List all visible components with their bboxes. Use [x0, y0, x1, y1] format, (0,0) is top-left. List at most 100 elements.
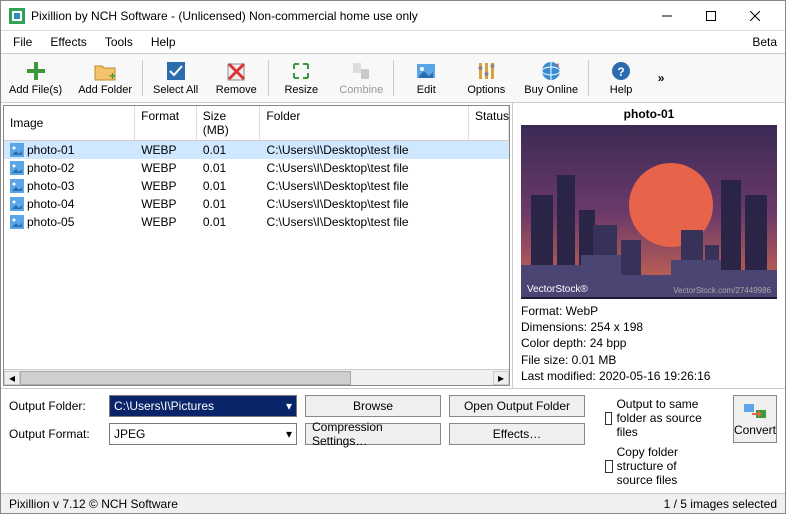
add-folder-button[interactable]: + Add Folder [70, 54, 140, 102]
col-size[interactable]: Size (MB) [197, 106, 261, 140]
preview-image: VectorStock® VectorStock.com/27449986 [521, 125, 777, 299]
output-folder-input[interactable]: C:\Users\I\Pictures ▾ [109, 395, 297, 417]
add-files-button[interactable]: Add File(s) [1, 54, 70, 102]
combine-button: Combine [331, 54, 391, 102]
close-button[interactable] [733, 2, 777, 30]
checkbox-icon [605, 412, 612, 425]
convert-button[interactable]: Convert [733, 395, 777, 443]
combine-icon [350, 60, 372, 82]
col-status[interactable]: Status [469, 106, 509, 140]
output-panel: Output Folder: C:\Users\I\Pictures ▾ Bro… [1, 388, 785, 493]
meta-filesize: File size: 0.01 MB [521, 352, 777, 368]
select-all-icon [165, 60, 187, 82]
meta-modified: Last modified: 2020-05-16 19:26:16 [521, 368, 777, 384]
chevron-down-icon: ▾ [286, 427, 292, 441]
col-format[interactable]: Format [135, 106, 197, 140]
image-file-icon [10, 197, 24, 211]
svg-text:+: + [109, 69, 116, 82]
remove-button[interactable]: Remove [206, 54, 266, 102]
copy-folder-structure-checkbox[interactable]: Copy folder structure of source files [605, 445, 713, 487]
image-file-icon [10, 143, 24, 157]
edit-label: Edit [417, 84, 436, 96]
output-folder-value: C:\Users\I\Pictures [114, 399, 214, 413]
browse-button[interactable]: Browse [305, 395, 441, 417]
add-files-label: Add File(s) [9, 84, 62, 96]
table-row[interactable]: photo-04WEBP0.01C:\Users\I\Desktop\test … [4, 195, 509, 213]
compression-settings-button[interactable]: Compression Settings… [305, 423, 441, 445]
select-all-label: Select All [153, 84, 198, 96]
scroll-left-icon[interactable]: ◂ [4, 371, 20, 385]
help-icon: ? [610, 60, 632, 82]
meta-depth: Color depth: 24 bpp [521, 335, 777, 351]
resize-label: Resize [284, 84, 318, 96]
chevron-down-icon: ▾ [286, 399, 292, 413]
select-all-button[interactable]: Select All [145, 54, 206, 102]
plus-icon [25, 60, 47, 82]
resize-button[interactable]: Resize [271, 54, 331, 102]
beta-label[interactable]: Beta [752, 35, 777, 49]
remove-label: Remove [216, 84, 257, 96]
file-list-panel: Image Format Size (MB) Folder Status pho… [1, 103, 513, 388]
preview-title: photo-01 [517, 105, 781, 123]
buy-online-button[interactable]: Buy Online [516, 54, 586, 102]
scroll-thumb[interactable] [20, 371, 351, 385]
meta-format: Format: WebP [521, 303, 777, 319]
menu-tools[interactable]: Tools [101, 33, 137, 51]
buy-online-label: Buy Online [524, 84, 578, 96]
watermark-left: VectorStock® [527, 284, 588, 295]
output-format-select[interactable]: JPEG ▾ [109, 423, 297, 445]
convert-icon [743, 401, 767, 421]
list-body[interactable]: photo-01WEBP0.01C:\Users\I\Desktop\test … [4, 141, 509, 369]
window-title: Pixillion by NCH Software - (Unlicensed)… [31, 9, 645, 23]
image-file-icon [10, 179, 24, 193]
preview-metadata: Format: WebP Dimensions: 254 x 198 Color… [517, 301, 781, 386]
options-icon [475, 60, 497, 82]
menu-file[interactable]: File [9, 33, 36, 51]
toolbar-overflow[interactable]: » [651, 54, 671, 102]
open-output-button[interactable]: Open Output Folder [449, 395, 585, 417]
menu-bar: File Effects Tools Help Beta [1, 31, 785, 53]
edit-icon [415, 60, 437, 82]
convert-label: Convert [734, 423, 776, 437]
effects-button[interactable]: Effects… [449, 423, 585, 445]
title-bar: Pixillion by NCH Software - (Unlicensed)… [1, 1, 785, 31]
svg-text:?: ? [617, 65, 624, 79]
list-header[interactable]: Image Format Size (MB) Folder Status [4, 106, 509, 141]
image-file-icon [10, 161, 24, 175]
add-folder-label: Add Folder [78, 84, 132, 96]
table-row[interactable]: photo-05WEBP0.01C:\Users\I\Desktop\test … [4, 213, 509, 231]
maximize-button[interactable] [689, 2, 733, 30]
output-same-folder-checkbox[interactable]: Output to same folder as source files [605, 397, 713, 439]
status-selection: 1 / 5 images selected [664, 497, 777, 511]
preview-panel: photo-01 [513, 103, 785, 388]
minimize-button[interactable] [645, 2, 689, 30]
table-row[interactable]: photo-01WEBP0.01C:\Users\I\Desktop\test … [4, 141, 509, 159]
scroll-right-icon[interactable]: ▸ [493, 371, 509, 385]
table-row[interactable]: photo-02WEBP0.01C:\Users\I\Desktop\test … [4, 159, 509, 177]
watermark-right: VectorStock.com/27449986 [673, 286, 771, 295]
status-version: Pixillion v 7.12 © NCH Software [9, 497, 178, 511]
help-button[interactable]: ? Help [591, 54, 651, 102]
output-format-value: JPEG [114, 427, 145, 441]
checkbox-icon [605, 460, 613, 473]
remove-icon [225, 60, 247, 82]
output-folder-label: Output Folder: [9, 399, 101, 413]
app-icon [9, 8, 25, 24]
status-bar: Pixillion v 7.12 © NCH Software 1 / 5 im… [1, 493, 785, 513]
resize-icon [290, 60, 312, 82]
edit-button[interactable]: Edit [396, 54, 456, 102]
options-label: Options [467, 84, 505, 96]
main-area: Image Format Size (MB) Folder Status pho… [1, 103, 785, 388]
combine-label: Combine [339, 84, 383, 96]
toolbar: Add File(s) + Add Folder Select All Remo… [1, 53, 785, 103]
table-row[interactable]: photo-03WEBP0.01C:\Users\I\Desktop\test … [4, 177, 509, 195]
menu-effects[interactable]: Effects [46, 33, 90, 51]
col-image[interactable]: Image [4, 106, 135, 140]
image-file-icon [10, 215, 24, 229]
menu-help[interactable]: Help [147, 33, 180, 51]
help-label: Help [610, 84, 633, 96]
options-button[interactable]: Options [456, 54, 516, 102]
col-folder[interactable]: Folder [260, 106, 469, 140]
globe-icon [540, 60, 562, 82]
horizontal-scrollbar[interactable]: ◂ ▸ [4, 369, 509, 385]
